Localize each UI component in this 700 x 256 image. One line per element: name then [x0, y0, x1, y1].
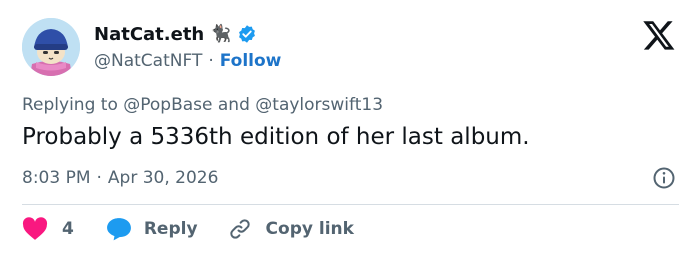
tweet-date: Apr 30, 2026: [107, 168, 219, 188]
author-name-row: NatCat.eth 🐈‍⬛: [94, 22, 257, 46]
author-handle-row: @NatCatNFT · Follow: [94, 50, 281, 72]
meta-separator: ·: [96, 168, 102, 188]
reply-mention-taylorswift13[interactable]: @taylorswift13: [255, 95, 383, 115]
replying-to-and: and: [217, 95, 250, 115]
author-display-name[interactable]: NatCat.eth: [94, 24, 204, 45]
x-logo-icon[interactable]: [642, 18, 676, 52]
reply-button[interactable]: Reply: [106, 217, 198, 241]
heart-icon: [22, 217, 48, 240]
verified-badge-icon: [237, 24, 257, 44]
like-button[interactable]: 4: [22, 217, 74, 241]
reply-label: Reply: [143, 219, 198, 239]
replying-to-line: Replying to @PopBase and @taylorswift13: [22, 95, 383, 115]
replying-to-prefix: Replying to: [22, 95, 118, 115]
copy-link-label: Copy link: [265, 219, 354, 239]
follow-button[interactable]: Follow: [220, 51, 282, 71]
black-cat-emoji: 🐈‍⬛: [210, 23, 232, 44]
action-bar: 4 Reply Copy link: [22, 216, 354, 242]
tweet-timestamp[interactable]: 8:03 PM · Apr 30, 2026: [22, 168, 218, 188]
handle-separator: ·: [208, 51, 214, 71]
avatar[interactable]: [22, 18, 80, 76]
tweet-text: Probably a 5336th edition of her last al…: [22, 124, 530, 150]
author-handle[interactable]: @NatCatNFT: [94, 51, 202, 71]
divider: [22, 204, 679, 205]
tweet-time: 8:03 PM: [22, 168, 91, 188]
copy-link-button[interactable]: Copy link: [228, 217, 354, 241]
avatar-cat-image: [22, 18, 80, 76]
link-icon: [229, 219, 250, 239]
info-icon[interactable]: [652, 166, 676, 190]
reply-bubble-icon: [106, 218, 131, 241]
reply-mention-popbase[interactable]: @PopBase: [123, 95, 212, 115]
like-count: 4: [62, 219, 74, 239]
